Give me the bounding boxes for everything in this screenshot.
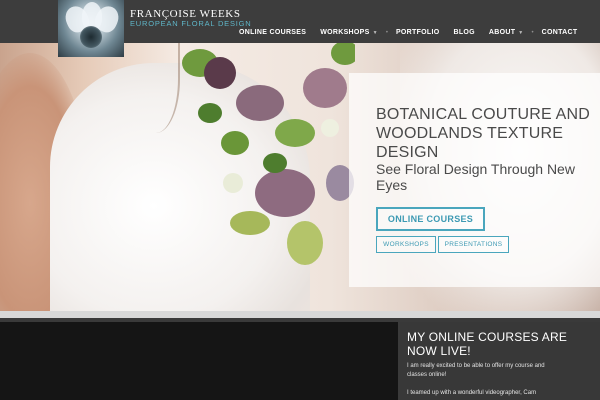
logo-flower-center [80, 26, 102, 48]
presentations-button[interactable]: PRESENTATIONS [438, 236, 509, 253]
video-player[interactable] [0, 322, 398, 400]
nav-about[interactable]: ABOUT ▼ [482, 29, 531, 36]
blog-post-teaser: MY ONLINE COURSES ARE NOW LIVE! I am rea… [400, 322, 600, 400]
hero-title: BOTANICAL COUTURE AND WOODLANDS TEXTURE … [376, 106, 591, 161]
nav-portfolio[interactable]: PORTFOLIO [389, 29, 447, 36]
nav-contact[interactable]: CONTACT [535, 29, 585, 36]
workshops-button[interactable]: WORKSHOPS [376, 236, 436, 253]
chevron-down-icon: ▼ [518, 30, 524, 36]
main-nav: ONLINE COURSES WORKSHOPS ▼ • PORTFOLIO BL… [232, 29, 584, 36]
hero-banner: BOTANICAL COUTURE AND WOODLANDS TEXTURE … [0, 43, 600, 311]
logo-flower-image[interactable] [58, 0, 124, 57]
nav-workshops[interactable]: WORKSHOPS ▼ [313, 29, 385, 36]
post-paragraph: I am really excited to be able to offer … [407, 363, 545, 378]
nav-blog[interactable]: BLOG [446, 29, 481, 36]
chevron-down-icon: ▼ [372, 30, 378, 36]
post-paragraph: I teamed up with a wonderful videographe… [407, 390, 537, 396]
hero-photo-flower-garland [182, 43, 355, 265]
post-title[interactable]: MY ONLINE COURSES ARE NOW LIVE! [407, 330, 587, 358]
online-courses-button[interactable]: ONLINE COURSES [376, 207, 485, 231]
nav-online-courses[interactable]: ONLINE COURSES [232, 29, 313, 36]
brand-tagline: EUROPEAN FLORAL DESIGN [130, 19, 252, 28]
section-divider [0, 311, 600, 318]
hero-subtitle: See Floral Design Through New Eyes [376, 161, 575, 193]
hero-text-panel: BOTANICAL COUTURE AND WOODLANDS TEXTURE … [349, 73, 600, 287]
